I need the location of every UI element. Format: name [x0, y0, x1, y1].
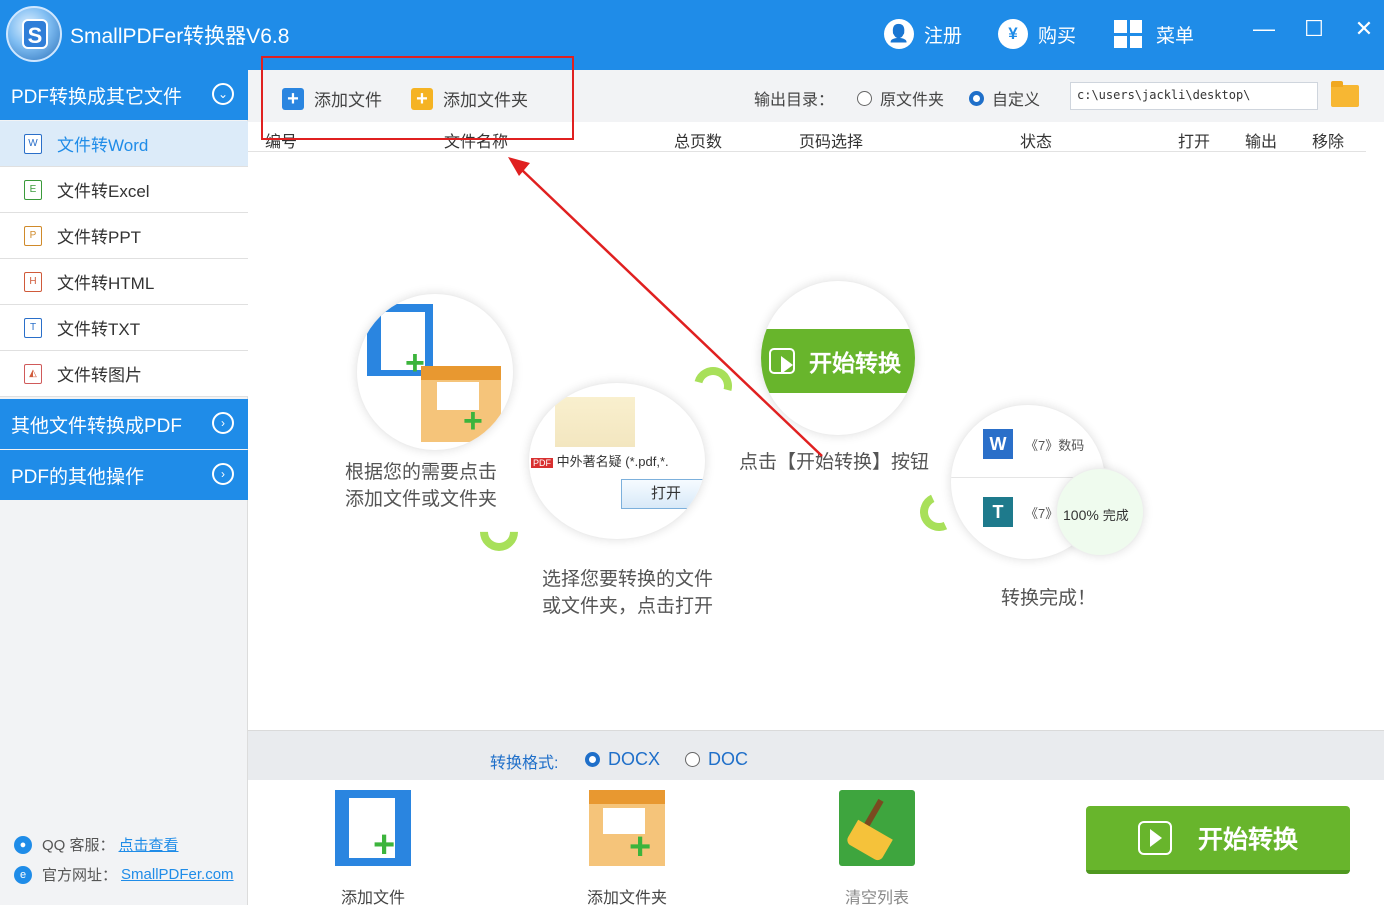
radio-checked-icon — [585, 752, 600, 767]
add-folder-icon: + — [589, 790, 665, 866]
play-icon — [1137, 821, 1172, 855]
add-folder-label: 添加文件夹 — [586, 890, 667, 905]
format-doc-option[interactable]: DOC — [685, 749, 748, 770]
format-doc-label: DOC — [708, 749, 748, 769]
add-file-icon: + — [335, 790, 411, 866]
format-bar: 转换格式: DOCX DOC — [248, 730, 1384, 780]
format-label: 转换格式: — [490, 755, 559, 772]
clear-list-button[interactable]: 清空列表 — [822, 790, 932, 905]
add-file-label: 添加文件 — [340, 890, 405, 905]
clear-list-label: 清空列表 — [844, 890, 909, 905]
start-convert-button[interactable]: 开始转换 — [1086, 806, 1350, 874]
action-bar: + 添加文件 + 添加文件夹 清空列表 开始转换 — [248, 780, 1384, 905]
format-docx-label: DOCX — [608, 749, 661, 769]
bottom-add-folder-button[interactable]: + 添加文件夹 — [572, 790, 682, 905]
bottom-add-file-button[interactable]: + 添加文件 — [318, 790, 428, 905]
start-convert-label: 开始转换 — [1197, 826, 1298, 854]
broom-icon — [839, 790, 915, 866]
format-docx-option[interactable]: DOCX — [585, 749, 660, 770]
radio-icon — [685, 752, 700, 767]
